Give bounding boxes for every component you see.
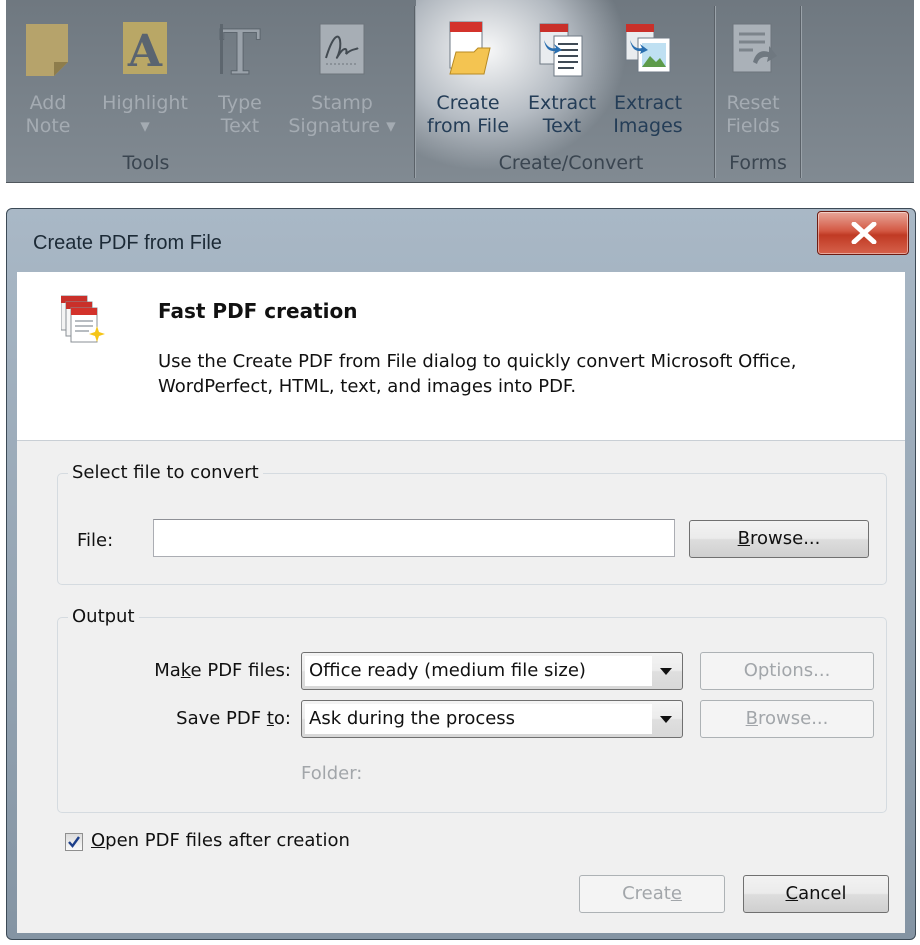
make-pdf-label-pre: Ma	[154, 660, 181, 681]
create-pdf-dialog: Create PDF from File Fast PDF creation U…	[6, 208, 916, 940]
file-path-input[interactable]	[153, 519, 675, 557]
save-pdf-label: Save PDF to:	[107, 708, 291, 729]
type-text-icon: T	[219, 18, 261, 82]
make-pdf-label-post: e PDF files:	[190, 660, 291, 681]
browse-folder-rest: rowse...	[758, 708, 829, 729]
save-pdf-select[interactable]: Ask during the process	[301, 700, 683, 738]
signature-icon	[319, 23, 365, 75]
forms-group-title: Forms	[729, 152, 787, 174]
cancel-rest: ancel	[798, 883, 847, 904]
close-icon	[851, 222, 877, 244]
dialog-title: Create PDF from File	[33, 232, 222, 254]
ribbon-separator	[800, 6, 801, 178]
dialog-titlebar[interactable]: Create PDF from File	[7, 209, 915, 271]
select-file-legend: Select file to convert	[68, 462, 263, 483]
type-text-label: Type Text	[218, 92, 262, 137]
options-button[interactable]: Options...	[700, 652, 874, 690]
pdf-creation-icon	[61, 295, 105, 343]
highlight-icon: A	[123, 22, 167, 77]
cancel-accel: C	[785, 883, 799, 904]
reset-fields-icon	[732, 23, 777, 73]
stamp-signature-label: Stamp Signature ▾	[288, 92, 396, 137]
save-pdf-label-pre: Save PDF	[176, 708, 267, 729]
cancel-button[interactable]: Cancel	[743, 875, 889, 913]
add-note-label: Add Note	[25, 92, 71, 137]
header-description: Use the Create PDF from File dialog to q…	[158, 351, 797, 397]
create-button[interactable]: Create	[579, 875, 725, 913]
make-pdf-select[interactable]: Office ready (medium file size)	[301, 652, 683, 690]
dialog-header: Fast PDF creation Use the Create PDF fro…	[17, 272, 905, 441]
checkmark-icon	[68, 836, 80, 848]
tools-group-title: Tools	[122, 152, 170, 174]
browse-rest: rowse...	[750, 528, 821, 549]
extract-text-label: Extract Text	[527, 92, 597, 137]
make-pdf-value: Office ready (medium file size)	[305, 656, 652, 686]
browse-folder-button[interactable]: Browse...	[700, 700, 874, 738]
svg-text:T: T	[219, 18, 260, 82]
make-pdf-label-key: k	[180, 660, 191, 681]
browse-accel: B	[737, 528, 750, 549]
create-from-file-label: Create from File	[426, 92, 510, 137]
extract-images-icon	[625, 23, 671, 73]
dialog-body: Select file to convert File: Browse... O…	[17, 441, 905, 933]
save-pdf-label-key: t	[266, 708, 274, 729]
output-legend: Output	[68, 606, 139, 627]
close-button[interactable]	[817, 211, 909, 255]
browse-file-button[interactable]: Browse...	[689, 520, 869, 558]
chevron-down-icon	[660, 668, 672, 675]
create-from-file-icon	[449, 21, 491, 75]
open-after-checkbox[interactable]	[65, 833, 83, 851]
chevron-down-icon	[660, 716, 672, 723]
ribbon-separator	[414, 6, 415, 178]
folder-label: Folder:	[301, 763, 363, 784]
sticky-note-icon	[26, 24, 68, 76]
open-after-accel: O	[91, 830, 106, 851]
make-pdf-label: Make PDF files:	[107, 660, 291, 681]
create-convert-group-title: Create/Convert	[498, 152, 644, 174]
create-label-pre: Creat	[622, 883, 671, 904]
create-accel: e	[670, 883, 682, 904]
header-title: Fast PDF creation	[158, 299, 358, 323]
open-after-rest: pen PDF files after creation	[105, 830, 350, 851]
extract-images-label: Extract Images	[613, 92, 683, 137]
open-after-label[interactable]: Open PDF files after creation	[91, 830, 350, 851]
browse-folder-accel: B	[745, 708, 758, 729]
file-label: File:	[77, 530, 114, 551]
extract-text-icon	[539, 23, 583, 77]
save-pdf-label-post: o:	[273, 708, 291, 729]
save-pdf-value: Ask during the process	[305, 704, 652, 734]
highlight-label: Highlight ▾	[102, 92, 188, 137]
reset-fields-label: Reset Fields	[726, 92, 780, 137]
svg-text:A: A	[127, 26, 163, 77]
ribbon-toolbar: Add Note A Highlight ▾ T Type Text Stamp…	[6, 0, 914, 183]
